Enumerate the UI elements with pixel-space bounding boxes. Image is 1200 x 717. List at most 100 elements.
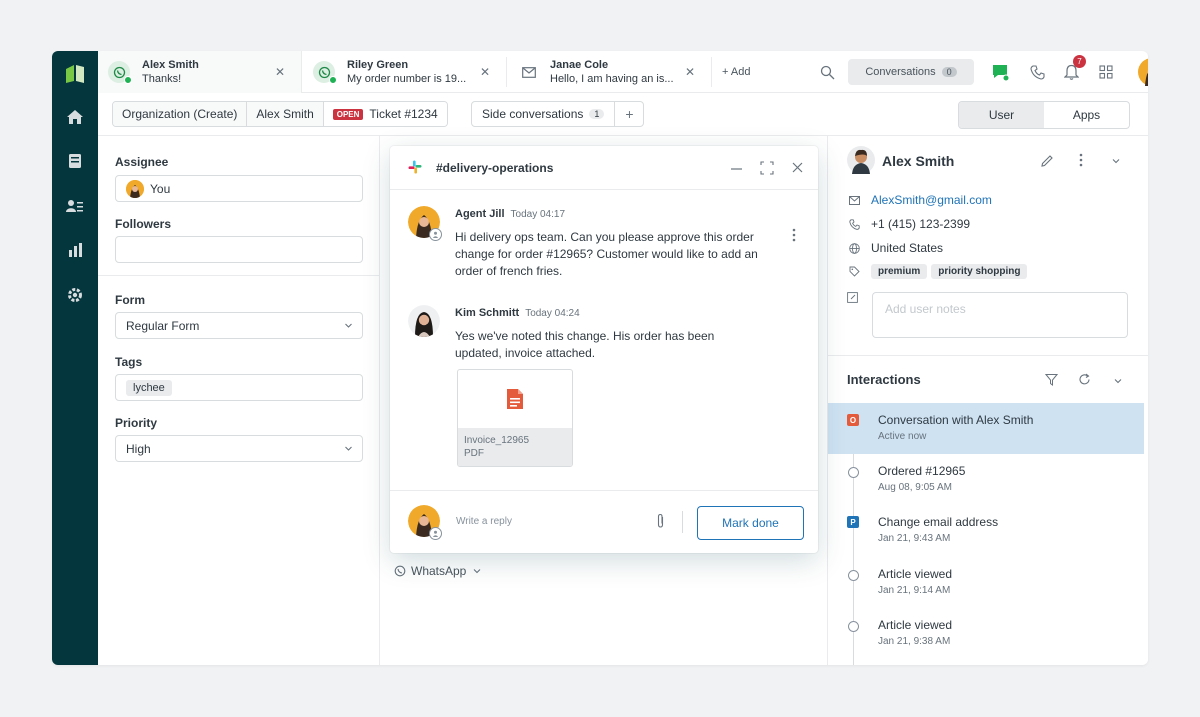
edit-pencil-icon[interactable] (1040, 154, 1054, 168)
customers-icon[interactable] (52, 192, 98, 220)
breadcrumb-ticket[interactable]: OPEN Ticket #1234 (323, 102, 447, 126)
interaction-item[interactable]: Ordered #12965 Aug 08, 9:05 AM (828, 454, 1144, 505)
reporting-icon[interactable] (52, 236, 98, 264)
home-icon[interactable] (52, 103, 98, 131)
interaction-time: Jan 21, 9:43 AM (878, 533, 951, 544)
globe-icon (847, 242, 861, 254)
filter-icon[interactable] (1045, 373, 1058, 386)
message-more-icon[interactable] (792, 228, 796, 242)
priority-select[interactable]: High (115, 435, 363, 462)
channel-switcher[interactable]: WhatsApp (394, 564, 482, 578)
form-select[interactable]: Regular Form (115, 312, 363, 339)
phone-row: +1 (415) 123-2399 (847, 217, 970, 231)
tab-title: Riley Green (347, 59, 409, 71)
more-options-icon[interactable] (1079, 153, 1083, 167)
add-side-conversation-button[interactable]: + (615, 102, 643, 126)
side-conversations-control: Side conversations 1 + (471, 101, 645, 127)
breadcrumb-user[interactable]: Alex Smith (247, 102, 324, 126)
phone-icon[interactable] (1024, 59, 1050, 85)
popup-header: #delivery-operations (390, 146, 818, 190)
customer-tag[interactable]: priority shopping (931, 264, 1028, 279)
interaction-title: Ordered #12965 (878, 464, 966, 478)
customer-email-link[interactable]: AlexSmith@gmail.com (871, 193, 992, 207)
notifications-bell-icon[interactable]: 7 (1058, 55, 1086, 85)
notifications-badge: 7 (1073, 55, 1086, 68)
tab-preview: My order number is 19... (347, 73, 467, 85)
app-window: Alex Smith Thanks! ✕ Riley Green My orde… (52, 51, 1148, 665)
form-label: Form (115, 293, 145, 307)
ticket-fields-panel: Assignee You Followers Form Regular Form… (98, 136, 380, 665)
expand-icon[interactable] (760, 161, 774, 175)
tab-janae-cole[interactable]: Janae Cole Hello, I am having an is... ✕ (508, 57, 712, 87)
divider (98, 275, 380, 276)
chevron-down-icon (345, 446, 352, 451)
attachment-type: PDF (464, 448, 484, 459)
tab-riley-green[interactable]: Riley Green My order number is 19... ✕ (303, 57, 507, 87)
side-conversations-count: 1 (589, 109, 605, 119)
reply-bar: Write a reply Mark done (390, 490, 818, 553)
interaction-time: Active now (878, 431, 927, 442)
interaction-item[interactable]: O Conversation with Alex Smith Active no… (828, 403, 1144, 454)
attachment-paperclip-icon[interactable] (656, 513, 665, 529)
settings-gear-icon[interactable] (52, 281, 98, 309)
agent-badge-icon (429, 527, 442, 540)
interactions-title: Interactions (847, 372, 921, 387)
side-conversations-button[interactable]: Side conversations 1 (472, 102, 616, 126)
channel-title: #delivery-operations (436, 161, 554, 175)
chat-status-icon[interactable] (987, 59, 1013, 85)
reply-input[interactable]: Write a reply (456, 516, 512, 527)
pending-status-icon: P (847, 516, 859, 528)
close-tab-icon[interactable]: ✕ (685, 65, 695, 79)
conversations-button[interactable]: Conversations 0 (848, 59, 974, 85)
tag-icon (847, 266, 861, 277)
whatsapp-icon (394, 565, 406, 577)
interaction-item[interactable]: Article viewed Jan 21, 9:38 AM (828, 608, 1144, 659)
add-tab-button[interactable]: + Add (722, 51, 750, 93)
side-conversations-label: Side conversations (482, 107, 584, 121)
breadcrumb-organization[interactable]: Organization (Create) (113, 102, 248, 126)
minimize-icon[interactable] (731, 168, 742, 170)
user-avatar[interactable] (1137, 57, 1148, 87)
tab-alex-smith[interactable]: Alex Smith Thanks! ✕ (98, 51, 302, 93)
mark-done-button[interactable]: Mark done (697, 506, 804, 540)
followers-field[interactable] (115, 236, 363, 263)
customer-avatar (847, 146, 875, 174)
attachment-card[interactable]: Invoice_12965 PDF (457, 369, 573, 467)
tag-chip[interactable]: lychee (126, 379, 172, 396)
assignee-value: You (150, 181, 171, 196)
message-time: Today 04:17 (510, 209, 566, 220)
top-bar: Alex Smith Thanks! ✕ Riley Green My orde… (98, 51, 1148, 93)
close-tab-icon[interactable]: ✕ (275, 65, 285, 79)
message-text: Hi delivery ops team. Can you please app… (455, 230, 758, 278)
search-icon[interactable] (814, 59, 840, 85)
zendesk-logo-icon[interactable] (64, 63, 86, 85)
ticket-header-bar: Organization (Create) Alex Smith OPEN Ti… (98, 93, 1148, 136)
assignee-avatar (126, 179, 144, 198)
apps-grid-icon[interactable] (1093, 59, 1119, 85)
user-context-panel: Alex Smith AlexSmith@gmail.com +1 (415) … (827, 136, 1148, 665)
close-icon[interactable] (792, 162, 803, 173)
chevron-down-icon[interactable] (1113, 376, 1123, 386)
interaction-title: Article viewed (878, 618, 953, 632)
assignee-label: Assignee (115, 155, 169, 169)
customer-tag[interactable]: premium (871, 264, 928, 279)
message-time: Today 04:24 (525, 308, 580, 319)
interaction-item[interactable]: P Change email address Jan 21, 9:43 AM (828, 505, 1144, 556)
close-tab-icon[interactable]: ✕ (480, 65, 490, 79)
user-notes-textarea[interactable]: Add user notes (872, 292, 1128, 338)
tags-field[interactable]: lychee (115, 374, 363, 401)
chevron-down-icon (345, 323, 352, 328)
customer-name: Alex Smith (882, 153, 955, 169)
tab-apps[interactable]: Apps (1044, 102, 1129, 128)
views-icon[interactable] (52, 147, 98, 175)
note-icon (847, 290, 858, 308)
chevron-down-icon[interactable] (1111, 156, 1121, 166)
interaction-item[interactable]: Article viewed Jan 21, 9:14 AM (828, 557, 1144, 608)
event-circle-icon (848, 621, 859, 632)
author-name: Agent Jill (455, 208, 505, 220)
assignee-field[interactable]: You (115, 175, 363, 202)
interaction-time: Aug 08, 9:05 AM (878, 482, 952, 493)
channel-label: WhatsApp (411, 564, 467, 578)
tab-user[interactable]: User (959, 102, 1044, 128)
refresh-icon[interactable] (1078, 373, 1091, 386)
